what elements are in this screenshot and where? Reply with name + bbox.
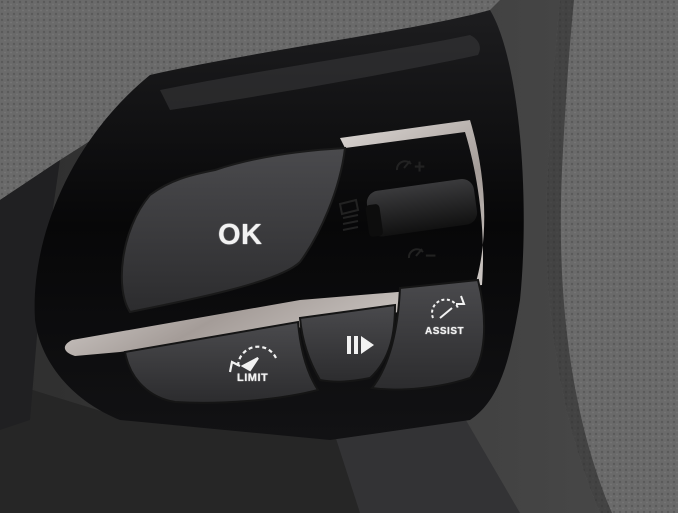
ok-button-label[interactable]: OK [218,219,263,252]
steering-wheel-scene: + − [0,0,678,513]
speed-minus-label: − [425,246,436,267]
speed-plus-label: + [414,157,425,178]
limit-button-label[interactable]: LIMIT [237,372,268,384]
assist-button-label[interactable]: ASSIST [425,326,464,337]
